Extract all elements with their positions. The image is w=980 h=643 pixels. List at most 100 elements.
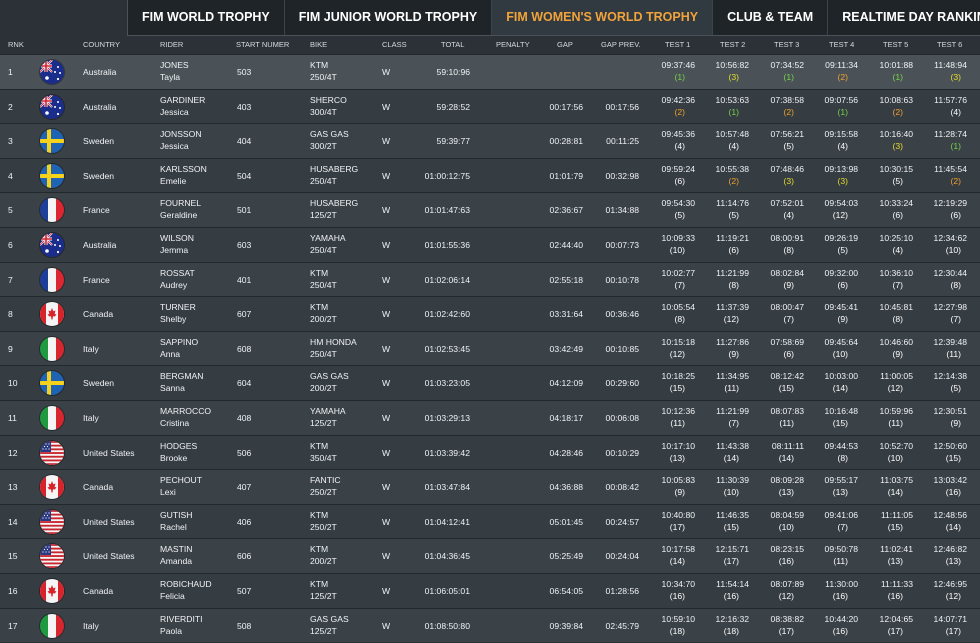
- test-1-rank: (18): [669, 625, 685, 636]
- table-row[interactable]: 14 United States GUTISH Rachel 406 KTM 250/2T W…: [0, 503, 980, 539]
- rank-number: 17: [8, 620, 18, 631]
- test-5-rank: (16): [887, 590, 903, 601]
- tab-fim-junior-world-trophy[interactable]: FIM JUNIOR WORLD TROPHY: [285, 0, 493, 35]
- rank-number: 6: [8, 239, 13, 250]
- test-4-rank: (13): [832, 487, 848, 498]
- rank-number: 10: [8, 378, 18, 389]
- gap-value: 09:39:84: [549, 620, 583, 631]
- test-5-rank: (3): [892, 141, 903, 152]
- rider-surname: BERGMAN: [160, 371, 204, 382]
- sweden-flag-icon: [40, 371, 64, 396]
- tab-fim-women-s-world-trophy[interactable]: FIM WOMEN'S WORLD TROPHY: [492, 0, 714, 35]
- rider-surname: PECHOUT: [160, 475, 203, 486]
- test-2-rank: (12): [723, 314, 739, 325]
- test-4-time: 10:44:20: [824, 613, 858, 624]
- total-time: 01:03:39:42: [424, 447, 470, 458]
- test-4-time: 09:45:64: [824, 336, 858, 347]
- test-4-rank: (7): [837, 521, 848, 532]
- test-4-rank: (2): [837, 72, 848, 82]
- test-4-time: 09:15:58: [824, 129, 858, 140]
- col-total[interactable]: TOTAL: [441, 40, 464, 49]
- australia-flag-icon: [40, 232, 64, 257]
- test-6-time: 12:50:60: [933, 440, 967, 451]
- bike-model: 300/4T: [310, 106, 337, 117]
- table-row[interactable]: 2 Australia GARDINER Jessica 403 SHERCO 300/4T…: [0, 88, 980, 124]
- test-6-rank: (6): [950, 210, 961, 221]
- table-row[interactable]: 4 Sweden KARLSSON Emelie 504 HUSABERG 250/4T W 0…: [0, 157, 980, 193]
- bike-make: GAS GAS: [310, 371, 349, 382]
- test-6-time: 12:19:29: [933, 198, 967, 209]
- rank-number: 4: [8, 170, 13, 181]
- tab-fim-world-trophy[interactable]: FIM WORLD TROPHY: [128, 0, 285, 35]
- country-name: Sweden: [83, 378, 115, 389]
- tab-club-team[interactable]: CLUB & TEAM: [713, 0, 829, 35]
- gap-value: 03:31:64: [549, 309, 583, 320]
- total-time: 01:04:36:45: [424, 551, 470, 562]
- table-row[interactable]: 11 Italy MARROCCO Cristina 408 YAMAHA 125/2T W 0…: [0, 399, 980, 435]
- test-1-time: 09:42:36: [661, 94, 695, 105]
- italy-flag-icon: [40, 336, 64, 361]
- test-5-rank: (5): [892, 175, 903, 186]
- test-4-rank: (8): [837, 452, 848, 463]
- rider-firstname: Shelby: [160, 314, 187, 325]
- start-number: 604: [237, 378, 252, 389]
- test-5-rank: (2): [892, 106, 903, 117]
- table-row[interactable]: 9 Italy SAPPINO Anna 608 HM HONDA 250/4T W 01:02…: [0, 330, 980, 366]
- table-row[interactable]: 8 Canada TURNER Shelby 607 KTM 200/2T W 01:02:42…: [0, 296, 980, 331]
- table-row[interactable]: 1 Australia JONES Tayla 503 KTM 250/4T W 59:10:9…: [0, 54, 980, 89]
- gap-value: 01:01:79: [549, 170, 583, 181]
- table-row[interactable]: 16 Canada ROBICHAUD Felicia 507 KTM 125/2T W 01:…: [0, 572, 980, 608]
- bike-make: KTM: [310, 267, 329, 278]
- gap-value: 04:36:88: [549, 482, 583, 493]
- start-number: 401: [237, 274, 252, 285]
- start-number: 403: [237, 101, 252, 112]
- test-4-time: 09:13:98: [824, 163, 858, 174]
- table-row[interactable]: 10 Sweden BERGMAN Sanna 604 GAS GAS 200/2T W 01:…: [0, 365, 980, 400]
- table-row[interactable]: 3 Sweden JONSSON Jessica 404 GAS GAS 300/2T W 59…: [0, 123, 980, 158]
- col-test-2[interactable]: TEST 2: [720, 40, 745, 49]
- test-4-time: 11:30:00: [825, 578, 858, 589]
- col-rider[interactable]: RIDER: [160, 40, 183, 49]
- test-4-rank: (3): [837, 175, 848, 186]
- gap-prev-value: 00:17:56: [605, 101, 639, 112]
- canada-flag-icon: [40, 475, 64, 500]
- test-5-time: 10:52:70: [879, 440, 913, 451]
- test-1-time: 10:05:54: [661, 302, 695, 313]
- table-row[interactable]: 17 Italy RIVERDITI Paola 508 GAS GAS 125/2T W 01…: [0, 607, 980, 643]
- test-2-time: 11:19:21: [716, 232, 749, 243]
- col-gap-prev[interactable]: GAP PREV.: [601, 40, 641, 49]
- test-2-rank: (9): [728, 348, 739, 359]
- bike-model: 125/2T: [310, 625, 337, 636]
- gap-prev-value: 00:24:04: [605, 551, 639, 562]
- col-rnk[interactable]: RNK: [8, 40, 24, 49]
- rider-surname: MASTIN: [160, 544, 193, 555]
- table-row[interactable]: 15 United States MASTIN Amanda 606 KTM 200/2T W…: [0, 538, 980, 573]
- col-test-4[interactable]: TEST 4: [829, 40, 854, 49]
- table-row[interactable]: 7 France ROSSAT Audrey 401 KTM 250/4T W 01:02:06…: [0, 261, 980, 297]
- table-row[interactable]: 5 France FOURNEL Geraldine 501 HUSABERG 125/2T…: [0, 192, 980, 227]
- test-2-time: 10:57:48: [715, 129, 749, 140]
- col-bike[interactable]: BIKE: [310, 40, 327, 49]
- table-row[interactable]: 13 Canada PECHOUT Lexi 407 FANTIC 250/2T W 01:03…: [0, 469, 980, 504]
- test-3-time: 08:00:47: [770, 302, 804, 313]
- col-test-5[interactable]: TEST 5: [883, 40, 908, 49]
- test-3-rank: (11): [779, 417, 794, 428]
- rider-firstname: Sanna: [160, 383, 185, 394]
- col-country[interactable]: COUNTRY: [83, 40, 120, 49]
- test-4-rank: (12): [832, 210, 848, 221]
- test-5-rank: (17): [887, 625, 903, 636]
- col-test-6[interactable]: TEST 6: [937, 40, 962, 49]
- tab-realtime-day-ranking[interactable]: REALTIME DAY RANKING: [828, 0, 980, 35]
- col-start-number[interactable]: START NUMER: [236, 40, 289, 49]
- gap-prev-value: 00:10:29: [605, 447, 639, 458]
- col-penalty[interactable]: PENALTY: [496, 40, 530, 49]
- table-row[interactable]: 6 Australia WILSON Jemma 603 YAMAHA 250/4T W 01:…: [0, 226, 980, 262]
- col-gap[interactable]: GAP: [557, 40, 573, 49]
- start-number: 608: [237, 343, 252, 354]
- test-3-time: 07:48:46: [770, 163, 804, 174]
- col-class[interactable]: CLASS: [382, 40, 407, 49]
- table-row[interactable]: 12 United States HODGES Brooke 506 KTM 350/4T W…: [0, 434, 980, 470]
- col-test-3[interactable]: TEST 3: [774, 40, 799, 49]
- test-6-time: 12:30:51: [933, 405, 967, 416]
- col-test-1[interactable]: TEST 1: [665, 40, 690, 49]
